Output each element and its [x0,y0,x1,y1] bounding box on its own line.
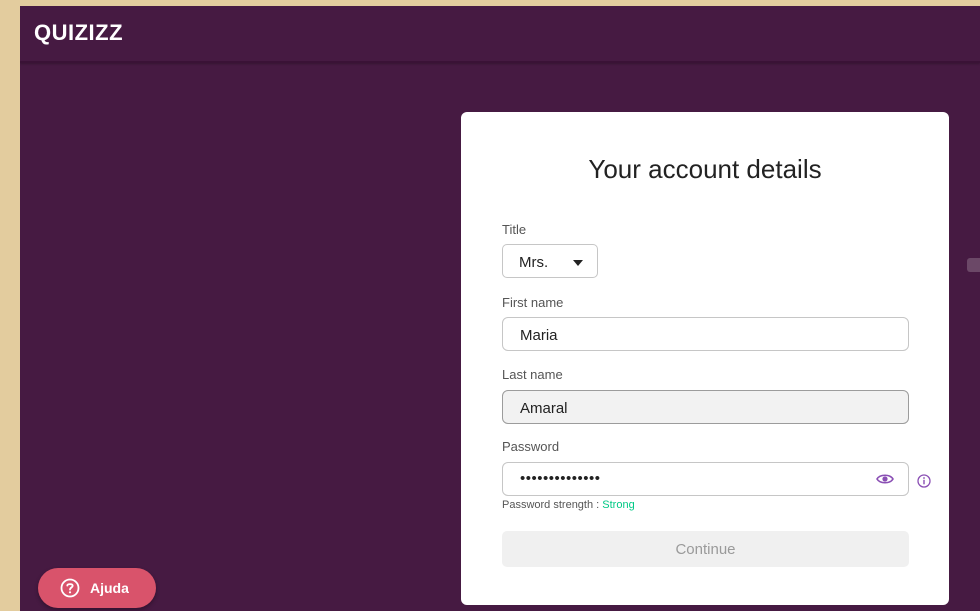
account-details-card: Your account details Title Mrs. First na… [461,112,949,605]
last-name-field[interactable]: Amaral [502,390,909,424]
info-icon[interactable] [917,474,931,488]
app-window: QUIZIZZ Your account details Title Mrs. … [20,6,980,611]
password-label: Password [502,439,560,454]
side-panel-handle[interactable] [967,258,980,272]
top-bar: QUIZIZZ [20,6,980,63]
password-strength-label: Password strength : [502,499,600,511]
password-strength-value: Strong [602,499,635,511]
continue-button[interactable]: Continue [502,531,909,567]
help-button[interactable]: Ajuda [38,568,156,608]
question-icon [60,578,80,598]
first-name-field[interactable]: Maria [502,317,909,351]
title-select-value: Mrs. [519,254,549,271]
chevron-down-icon [573,260,583,266]
password-strength: Password strength : Strong [502,499,635,511]
last-name-value: Amaral [520,400,568,417]
first-name-value: Maria [520,327,558,344]
last-name-label: Last name [502,367,563,382]
first-name-label: First name [502,295,564,310]
page-title: Your account details [588,154,822,184]
eye-icon[interactable] [876,473,894,485]
password-masked-value: •••••••••••••• [520,470,601,487]
title-select[interactable]: Mrs. [502,244,598,278]
quizizz-logo[interactable]: QUIZIZZ [34,20,123,46]
title-field-label: Title [502,222,527,237]
help-button-label: Ajuda [90,580,129,596]
password-field[interactable]: •••••••••••••• [502,462,909,496]
